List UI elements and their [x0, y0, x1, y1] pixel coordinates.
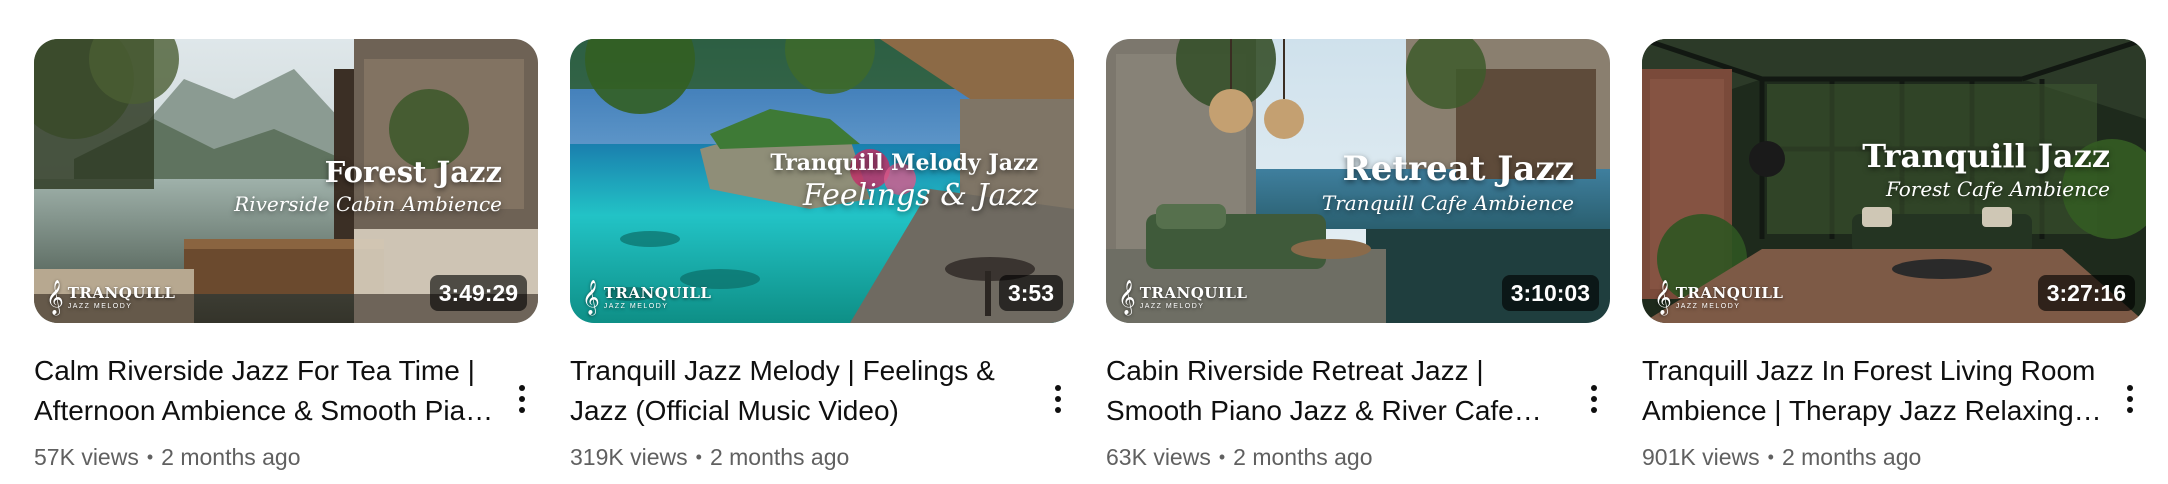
separator-dot: • [1767, 447, 1774, 467]
thumbnail-overlay-title: Retreat Jazz Tranquill Cafe Ambience [1321, 149, 1574, 216]
channel-watermark-logo: 𝄞 TRANQUILL JAZZ MELODY [1118, 283, 1247, 313]
thumbnail-overlay-sub: Riverside Cabin Ambience [234, 191, 502, 216]
video-card[interactable]: Forest Jazz Riverside Cabin Ambience 𝄞 T… [34, 39, 538, 473]
duration-badge: 3:10:03 [1501, 275, 1599, 311]
channel-watermark-logo: 𝄞 TRANQUILL JAZZ MELODY [1654, 283, 1783, 313]
video-stats: 63K views • 2 months ago [1106, 441, 1570, 473]
video-title[interactable]: Calm Riverside Jazz For Tea Time | After… [34, 351, 498, 431]
thumbnail-overlay-main: Forest Jazz [324, 155, 502, 189]
video-title[interactable]: Cabin Riverside Retreat Jazz | Smooth Pi… [1106, 351, 1570, 431]
video-stats: 57K views • 2 months ago [34, 441, 498, 473]
upload-age: 2 months ago [161, 444, 301, 470]
video-stats: 901K views • 2 months ago [1642, 441, 2106, 473]
watermark-brand-name: TRANQUILL [603, 284, 712, 302]
treble-clef-icon: 𝄞 [46, 280, 64, 315]
video-meta: Cabin Riverside Retreat Jazz | Smooth Pi… [1106, 351, 1610, 473]
thumbnail-overlay-title: Tranquill Melody Jazz Feelings & Jazz [770, 151, 1038, 212]
video-thumbnail[interactable]: Forest Jazz Riverside Cabin Ambience 𝄞 T… [34, 39, 538, 323]
thumbnail-overlay-main: Tranquill Jazz [1862, 137, 2110, 175]
channel-watermark-logo: 𝄞 TRANQUILL JAZZ MELODY [582, 283, 711, 313]
upload-age: 2 months ago [709, 444, 850, 470]
video-card[interactable]: Retreat Jazz Tranquill Cafe Ambience 𝄞 T… [1106, 39, 1610, 473]
view-count: 57K views [34, 444, 139, 470]
separator-dot: • [695, 447, 702, 467]
video-thumbnail[interactable]: Retreat Jazz Tranquill Cafe Ambience 𝄞 T… [1106, 39, 1610, 323]
treble-clef-icon: 𝄞 [1118, 280, 1136, 315]
channel-watermark-logo: 𝄞 TRANQUILL JAZZ MELODY [46, 283, 175, 313]
watermark-brand-name: TRANQUILL [1675, 284, 1784, 302]
more-actions-menu-icon[interactable] [1582, 381, 1606, 417]
thumbnail-overlay-title: Tranquill Jazz Forest Cafe Ambience [1862, 137, 2110, 202]
video-thumbnail[interactable]: Tranquill Jazz Forest Cafe Ambience 𝄞 TR… [1642, 39, 2146, 323]
video-meta: Calm Riverside Jazz For Tea Time | After… [34, 351, 538, 473]
more-actions-menu-icon[interactable] [2118, 381, 2142, 417]
duration-badge: 3:27:16 [2037, 275, 2135, 311]
watermark-brand-tagline: JAZZ MELODY [67, 303, 133, 310]
view-count: 319K views [570, 444, 688, 470]
duration-badge: 3:53 [998, 275, 1063, 311]
thumbnail-overlay-title: Forest Jazz Riverside Cabin Ambience [234, 155, 502, 216]
video-grid: Forest Jazz Riverside Cabin Ambience 𝄞 T… [34, 39, 2146, 473]
video-meta: Tranquill Jazz In Forest Living Room Amb… [1642, 351, 2146, 473]
view-count: 901K views [1642, 444, 1760, 470]
treble-clef-icon: 𝄞 [1654, 280, 1672, 315]
duration-badge: 3:49:29 [429, 275, 527, 311]
watermark-brand-tagline: JAZZ MELODY [603, 303, 669, 310]
more-actions-menu-icon[interactable] [510, 381, 534, 417]
separator-dot: • [146, 447, 154, 467]
thumbnail-overlay-sub: Tranquill Cafe Ambience [1321, 191, 1574, 216]
watermark-brand-name: TRANQUILL [1139, 284, 1248, 302]
video-title[interactable]: Tranquill Jazz Melody | Feelings & Jazz … [570, 351, 1034, 431]
video-card[interactable]: Tranquill Melody Jazz Feelings & Jazz 𝄞 … [570, 39, 1074, 473]
video-card[interactable]: Tranquill Jazz Forest Cafe Ambience 𝄞 TR… [1642, 39, 2146, 473]
more-actions-menu-icon[interactable] [1046, 381, 1070, 417]
thumbnail-overlay-main: Tranquill Melody Jazz [770, 150, 1038, 176]
video-stats: 319K views • 2 months ago [570, 441, 1034, 473]
upload-age: 2 months ago [1781, 444, 1922, 470]
separator-dot: • [1218, 447, 1226, 467]
upload-age: 2 months ago [1233, 444, 1373, 470]
watermark-brand-tagline: JAZZ MELODY [1675, 303, 1741, 310]
treble-clef-icon: 𝄞 [582, 280, 600, 315]
video-title[interactable]: Tranquill Jazz In Forest Living Room Amb… [1642, 351, 2106, 431]
view-count: 63K views [1106, 444, 1211, 470]
watermark-brand-tagline: JAZZ MELODY [1139, 303, 1205, 310]
video-meta: Tranquill Jazz Melody | Feelings & Jazz … [570, 351, 1074, 473]
thumbnail-overlay-sub: Forest Cafe Ambience [1885, 177, 2110, 202]
watermark-brand-name: TRANQUILL [67, 284, 176, 302]
thumbnail-overlay-sub: Feelings & Jazz [802, 178, 1038, 214]
video-thumbnail[interactable]: Tranquill Melody Jazz Feelings & Jazz 𝄞 … [570, 39, 1074, 323]
thumbnail-overlay-main: Retreat Jazz [1342, 149, 1574, 189]
